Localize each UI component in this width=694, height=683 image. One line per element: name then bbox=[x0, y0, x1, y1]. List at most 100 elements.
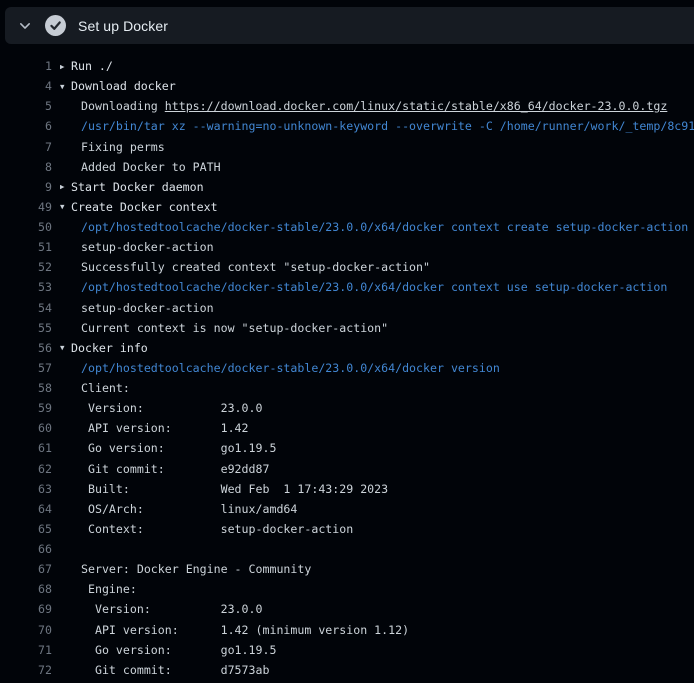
line-number[interactable]: 63 bbox=[0, 479, 52, 499]
log-text: Added Docker to PATH bbox=[81, 160, 221, 174]
group-title[interactable]: Start Docker daemon bbox=[71, 180, 204, 194]
log-line: 1 ▶Run ./ bbox=[0, 56, 694, 76]
log-text: Context: setup-docker-action bbox=[81, 522, 353, 536]
log-lines: 1 ▶Run ./ 4 ▼Download docker 5 Downloadi… bbox=[0, 56, 694, 683]
line-number[interactable]: 70 bbox=[0, 620, 52, 640]
line-number[interactable]: 49 bbox=[0, 197, 52, 217]
group-collapsed-icon: ▶ bbox=[60, 57, 71, 77]
log-line: 65 Context: setup-docker-action bbox=[0, 519, 694, 539]
line-number[interactable]: 62 bbox=[0, 459, 52, 479]
line-number[interactable]: 8 bbox=[0, 157, 52, 177]
line-content: Built: Wed Feb 1 17:43:29 2023 bbox=[81, 479, 388, 499]
line-number[interactable]: 7 bbox=[0, 137, 52, 157]
log-text: Built: Wed Feb 1 17:43:29 2023 bbox=[81, 482, 388, 496]
line-number[interactable]: 56 bbox=[0, 338, 52, 358]
log-line: 61 Go version: go1.19.5 bbox=[0, 438, 694, 458]
line-number[interactable]: 64 bbox=[0, 499, 52, 519]
log-text: Version: 23.0.0 bbox=[81, 602, 262, 616]
command-text: /opt/hostedtoolcache/docker-stable/23.0.… bbox=[81, 280, 667, 294]
log-line: 66 bbox=[0, 539, 694, 559]
line-content[interactable]: ▼Download docker bbox=[60, 76, 176, 96]
command-text: /opt/hostedtoolcache/docker-stable/23.0.… bbox=[81, 220, 694, 234]
log-line: 55 Current context is now "setup-docker-… bbox=[0, 318, 694, 338]
log-line: 51 setup-docker-action bbox=[0, 237, 694, 257]
log-line: 71 Go version: go1.19.5 bbox=[0, 640, 694, 660]
line-content: /opt/hostedtoolcache/docker-stable/23.0.… bbox=[81, 358, 500, 378]
line-number[interactable]: 59 bbox=[0, 398, 52, 418]
log-line: 64 OS/Arch: linux/amd64 bbox=[0, 499, 694, 519]
line-number[interactable]: 53 bbox=[0, 277, 52, 297]
line-number[interactable]: 4 bbox=[0, 76, 52, 96]
log-line: 59 Version: 23.0.0 bbox=[0, 398, 694, 418]
line-content: Version: 23.0.0 bbox=[81, 398, 262, 418]
line-number[interactable]: 58 bbox=[0, 378, 52, 398]
log-line: 63 Built: Wed Feb 1 17:43:29 2023 bbox=[0, 479, 694, 499]
line-content: setup-docker-action bbox=[81, 298, 214, 318]
group-expanded-icon: ▼ bbox=[60, 77, 71, 97]
line-number[interactable]: 66 bbox=[0, 539, 52, 559]
line-number[interactable]: 61 bbox=[0, 438, 52, 458]
log-line: 53 /opt/hostedtoolcache/docker-stable/23… bbox=[0, 277, 694, 297]
log-text: Go version: go1.19.5 bbox=[81, 441, 276, 455]
log-line: 8 Added Docker to PATH bbox=[0, 157, 694, 177]
log-line: 9 ▶Start Docker daemon bbox=[0, 177, 694, 197]
line-number[interactable]: 6 bbox=[0, 116, 52, 136]
log-text: setup-docker-action bbox=[81, 240, 214, 254]
line-content[interactable]: ▼Create Docker context bbox=[60, 197, 218, 217]
line-number[interactable]: 1 bbox=[0, 56, 52, 76]
line-content: Fixing perms bbox=[81, 137, 165, 157]
log-text: Version: 23.0.0 bbox=[81, 401, 262, 415]
log-text: API version: 1.42 (minimum version 1.12) bbox=[81, 623, 409, 637]
line-content[interactable]: ▶Start Docker daemon bbox=[60, 177, 204, 197]
line-number[interactable]: 54 bbox=[0, 298, 52, 318]
log-text: Go version: go1.19.5 bbox=[81, 643, 276, 657]
line-number[interactable]: 65 bbox=[0, 519, 52, 539]
line-number[interactable]: 72 bbox=[0, 660, 52, 680]
log-line: 57 /opt/hostedtoolcache/docker-stable/23… bbox=[0, 358, 694, 378]
line-content[interactable]: ▼Docker info bbox=[60, 338, 148, 358]
line-content: /usr/bin/tar xz --warning=no-unknown-key… bbox=[81, 116, 694, 136]
group-expanded-icon: ▼ bbox=[60, 197, 71, 217]
group-title[interactable]: Docker info bbox=[71, 341, 148, 355]
line-content: /opt/hostedtoolcache/docker-stable/23.0.… bbox=[81, 277, 667, 297]
step-title: Set up Docker bbox=[78, 18, 168, 34]
line-number[interactable]: 67 bbox=[0, 559, 52, 579]
chevron-down-icon[interactable] bbox=[18, 19, 32, 33]
line-content[interactable]: ▶Run ./ bbox=[60, 56, 113, 76]
line-number[interactable]: 60 bbox=[0, 418, 52, 438]
line-content: Current context is now "setup-docker-act… bbox=[81, 318, 388, 338]
log-text: Downloading bbox=[81, 99, 165, 113]
line-number[interactable]: 50 bbox=[0, 217, 52, 237]
line-number[interactable]: 9 bbox=[0, 177, 52, 197]
line-number[interactable]: 71 bbox=[0, 640, 52, 660]
group-title[interactable]: Run ./ bbox=[71, 59, 113, 73]
line-number[interactable]: 55 bbox=[0, 318, 52, 338]
log-line: 60 API version: 1.42 bbox=[0, 418, 694, 438]
line-number[interactable]: 69 bbox=[0, 599, 52, 619]
group-title[interactable]: Download docker bbox=[71, 79, 176, 93]
line-content: Version: 23.0.0 bbox=[81, 599, 262, 619]
log-line: 52 Successfully created context "setup-d… bbox=[0, 257, 694, 277]
line-number[interactable]: 52 bbox=[0, 257, 52, 277]
log-text: Git commit: d7573ab bbox=[81, 663, 269, 677]
log-text: OS/Arch: linux/amd64 bbox=[81, 502, 297, 516]
group-title[interactable]: Create Docker context bbox=[71, 200, 218, 214]
log-line: 54 setup-docker-action bbox=[0, 298, 694, 318]
log-line: 56 ▼Docker info bbox=[0, 338, 694, 358]
log-line: 49 ▼Create Docker context bbox=[0, 197, 694, 217]
line-content: Engine: bbox=[81, 579, 137, 599]
line-number[interactable]: 5 bbox=[0, 96, 52, 116]
log-text: Git commit: e92dd87 bbox=[81, 462, 269, 476]
log-text: Fixing perms bbox=[81, 140, 165, 154]
group-collapsed-icon: ▶ bbox=[60, 177, 71, 197]
line-content: /opt/hostedtoolcache/docker-stable/23.0.… bbox=[81, 217, 694, 237]
line-number[interactable]: 57 bbox=[0, 358, 52, 378]
log-text: Current context is now "setup-docker-act… bbox=[81, 321, 388, 335]
line-content: OS/Arch: linux/amd64 bbox=[81, 499, 297, 519]
log-link[interactable]: https://download.docker.com/linux/static… bbox=[165, 99, 668, 113]
check-circle-icon bbox=[45, 15, 66, 36]
line-number[interactable]: 51 bbox=[0, 237, 52, 257]
step-header[interactable]: Set up Docker bbox=[5, 7, 694, 44]
log-line: 62 Git commit: e92dd87 bbox=[0, 459, 694, 479]
line-number[interactable]: 68 bbox=[0, 579, 52, 599]
